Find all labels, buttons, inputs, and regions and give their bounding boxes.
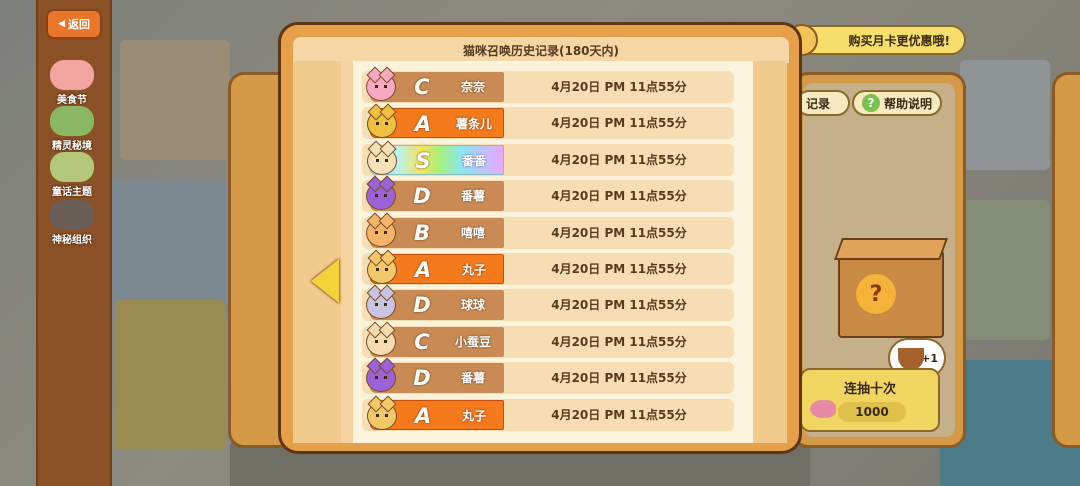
cat-name: 番番 [461, 153, 486, 168]
cat-rank-badge: B 嘻嘻 [366, 212, 504, 248]
modal-title: 猫咪召唤历史记录(180天内) [293, 37, 789, 63]
cat-avatar-icon [366, 357, 396, 393]
cat-avatar-icon [367, 103, 397, 139]
draw-ten-cost: 1000 [838, 402, 906, 422]
cat-rank-badge: D 番薯 [366, 357, 504, 394]
help-label: 帮助说明 [884, 96, 933, 111]
summon-time: 4月20日 PM 11点55分 [551, 298, 687, 313]
history-row: C 小蚕豆 4月20日 PM 11点55分 [362, 321, 734, 358]
rank-letter: D [413, 293, 431, 318]
far-right-panel [1052, 72, 1080, 448]
history-row: D 番薯 4月20日 PM 11点55分 [362, 357, 734, 395]
draw-ten-label: 连抽十次 [843, 382, 896, 397]
records-button[interactable]: 记录 [796, 90, 850, 116]
history-row: C 奈奈 4月20日 PM 11点55分 [362, 66, 734, 103]
cat-name: 番薯 [460, 371, 485, 386]
secret-org-icon [50, 200, 94, 230]
cat-rank-badge: C 奈奈 [366, 66, 504, 102]
rank-letter: D [413, 184, 431, 209]
history-row: A 薯条儿 4月20日 PM 11点55分 [362, 103, 734, 140]
question-icon: ? [862, 94, 880, 112]
buy-monthly-label: 购买月卡更优惠哦! [848, 33, 950, 48]
cat-rank-badge: A 丸子 [367, 249, 504, 284]
cat-name: 薯条儿 [455, 117, 492, 132]
cat-avatar-icon [367, 249, 397, 284]
summon-time: 4月20日 PM 11点55分 [551, 80, 687, 94]
summon-time: 4月20日 PM 11点55分 [551, 189, 687, 204]
cat-avatar-icon [366, 321, 396, 356]
cat-rank-badge: C 小蚕豆 [366, 321, 504, 357]
rank-letter: D [413, 366, 431, 391]
cat-name: 嘻嘻 [460, 225, 485, 240]
cat-avatar-icon [366, 66, 396, 101]
cat-avatar-icon [367, 395, 397, 430]
sidebar-item-label: 童话主题 [52, 187, 92, 198]
sidebar-item-label: 美食节 [57, 95, 87, 106]
records-label: 记录 [806, 96, 831, 111]
cat-avatar-icon [367, 140, 397, 175]
summon-time: 4月20日 PM 11点55分 [551, 407, 687, 422]
cat-rank-badge: A 丸子 [367, 395, 504, 430]
cat-name: 丸子 [461, 263, 486, 277]
cat-avatar-icon [366, 175, 396, 211]
rank-letter: S [415, 148, 431, 173]
back-button[interactable]: ◀ 返回 [46, 9, 102, 39]
summon-time: 4月20日 PM 11点55分 [551, 262, 687, 276]
history-row: S 番番 4月20日 PM 11点55分 [362, 140, 734, 176]
rank-letter: C [414, 75, 430, 99]
summon-time: 4月20日 PM 11点55分 [551, 334, 687, 349]
cat-name: 球球 [460, 298, 485, 313]
sidebar-item-elf-realm[interactable]: 精灵秘境 [38, 106, 106, 152]
sidebar-item-label: 神秘组织 [52, 235, 92, 246]
back-button-label: 返回 [67, 18, 90, 31]
cat-name: 丸子 [461, 408, 486, 423]
history-row: A 丸子 4月20日 PM 11点55分 [362, 249, 734, 285]
cat-avatar-icon [366, 212, 396, 247]
summon-time: 4月20日 PM 11点55分 [551, 371, 687, 386]
cat-avatar-icon [366, 284, 396, 320]
summon-time: 4月20日 PM 11点55分 [551, 116, 687, 131]
bowl-icon [898, 348, 924, 370]
rank-letter: C [414, 329, 430, 354]
rank-letter: A [414, 403, 432, 428]
sidebar-item-food-festival[interactable]: 美食节 [38, 60, 106, 106]
history-row: A 丸子 4月20日 PM 11点55分 [362, 395, 734, 431]
summon-time: 4月20日 PM 11点55分 [551, 152, 687, 167]
fairy-tale-icon [50, 152, 94, 182]
fish-currency-icon [810, 400, 836, 418]
elf-realm-icon [50, 106, 94, 136]
prev-page-arrow-icon[interactable] [311, 259, 339, 303]
mystery-box-icon: ? [833, 238, 949, 338]
food-festival-icon [50, 60, 94, 90]
cat-name: 番薯 [460, 189, 485, 204]
history-row: D 球球 4月20日 PM 11点55分 [362, 284, 734, 322]
cat-rank-badge: D 球球 [366, 284, 504, 321]
history-row: D 番薯 4月20日 PM 11点55分 [362, 175, 734, 213]
sidebar-item-fairy-tale[interactable]: 童话主题 [38, 152, 106, 198]
rank-letter: A [414, 258, 432, 282]
buy-monthly-card-button[interactable]: 购买月卡更优惠哦! [786, 24, 966, 56]
draw-ten-button[interactable]: 连抽十次 1000 [800, 368, 940, 432]
help-button[interactable]: ? 帮助说明 [852, 90, 942, 116]
sidebar-item-label: 精灵秘境 [52, 141, 92, 152]
sidebar-item-secret-org[interactable]: 神秘组织 [38, 200, 106, 246]
cat-rank-badge: A 薯条儿 [367, 103, 504, 139]
cat-rank-badge: D 番薯 [366, 175, 504, 212]
rank-letter: B [413, 220, 430, 245]
back-arrow-icon: ◀ [58, 19, 65, 29]
rank-letter: A [414, 112, 432, 137]
cat-name: 奈奈 [460, 80, 485, 94]
cat-rank-badge: S 番番 [367, 140, 504, 175]
summon-time: 4月20日 PM 11点55分 [551, 225, 687, 240]
cat-name: 小蚕豆 [454, 334, 491, 349]
history-row: B 嘻嘻 4月20日 PM 11点55分 [362, 212, 734, 249]
